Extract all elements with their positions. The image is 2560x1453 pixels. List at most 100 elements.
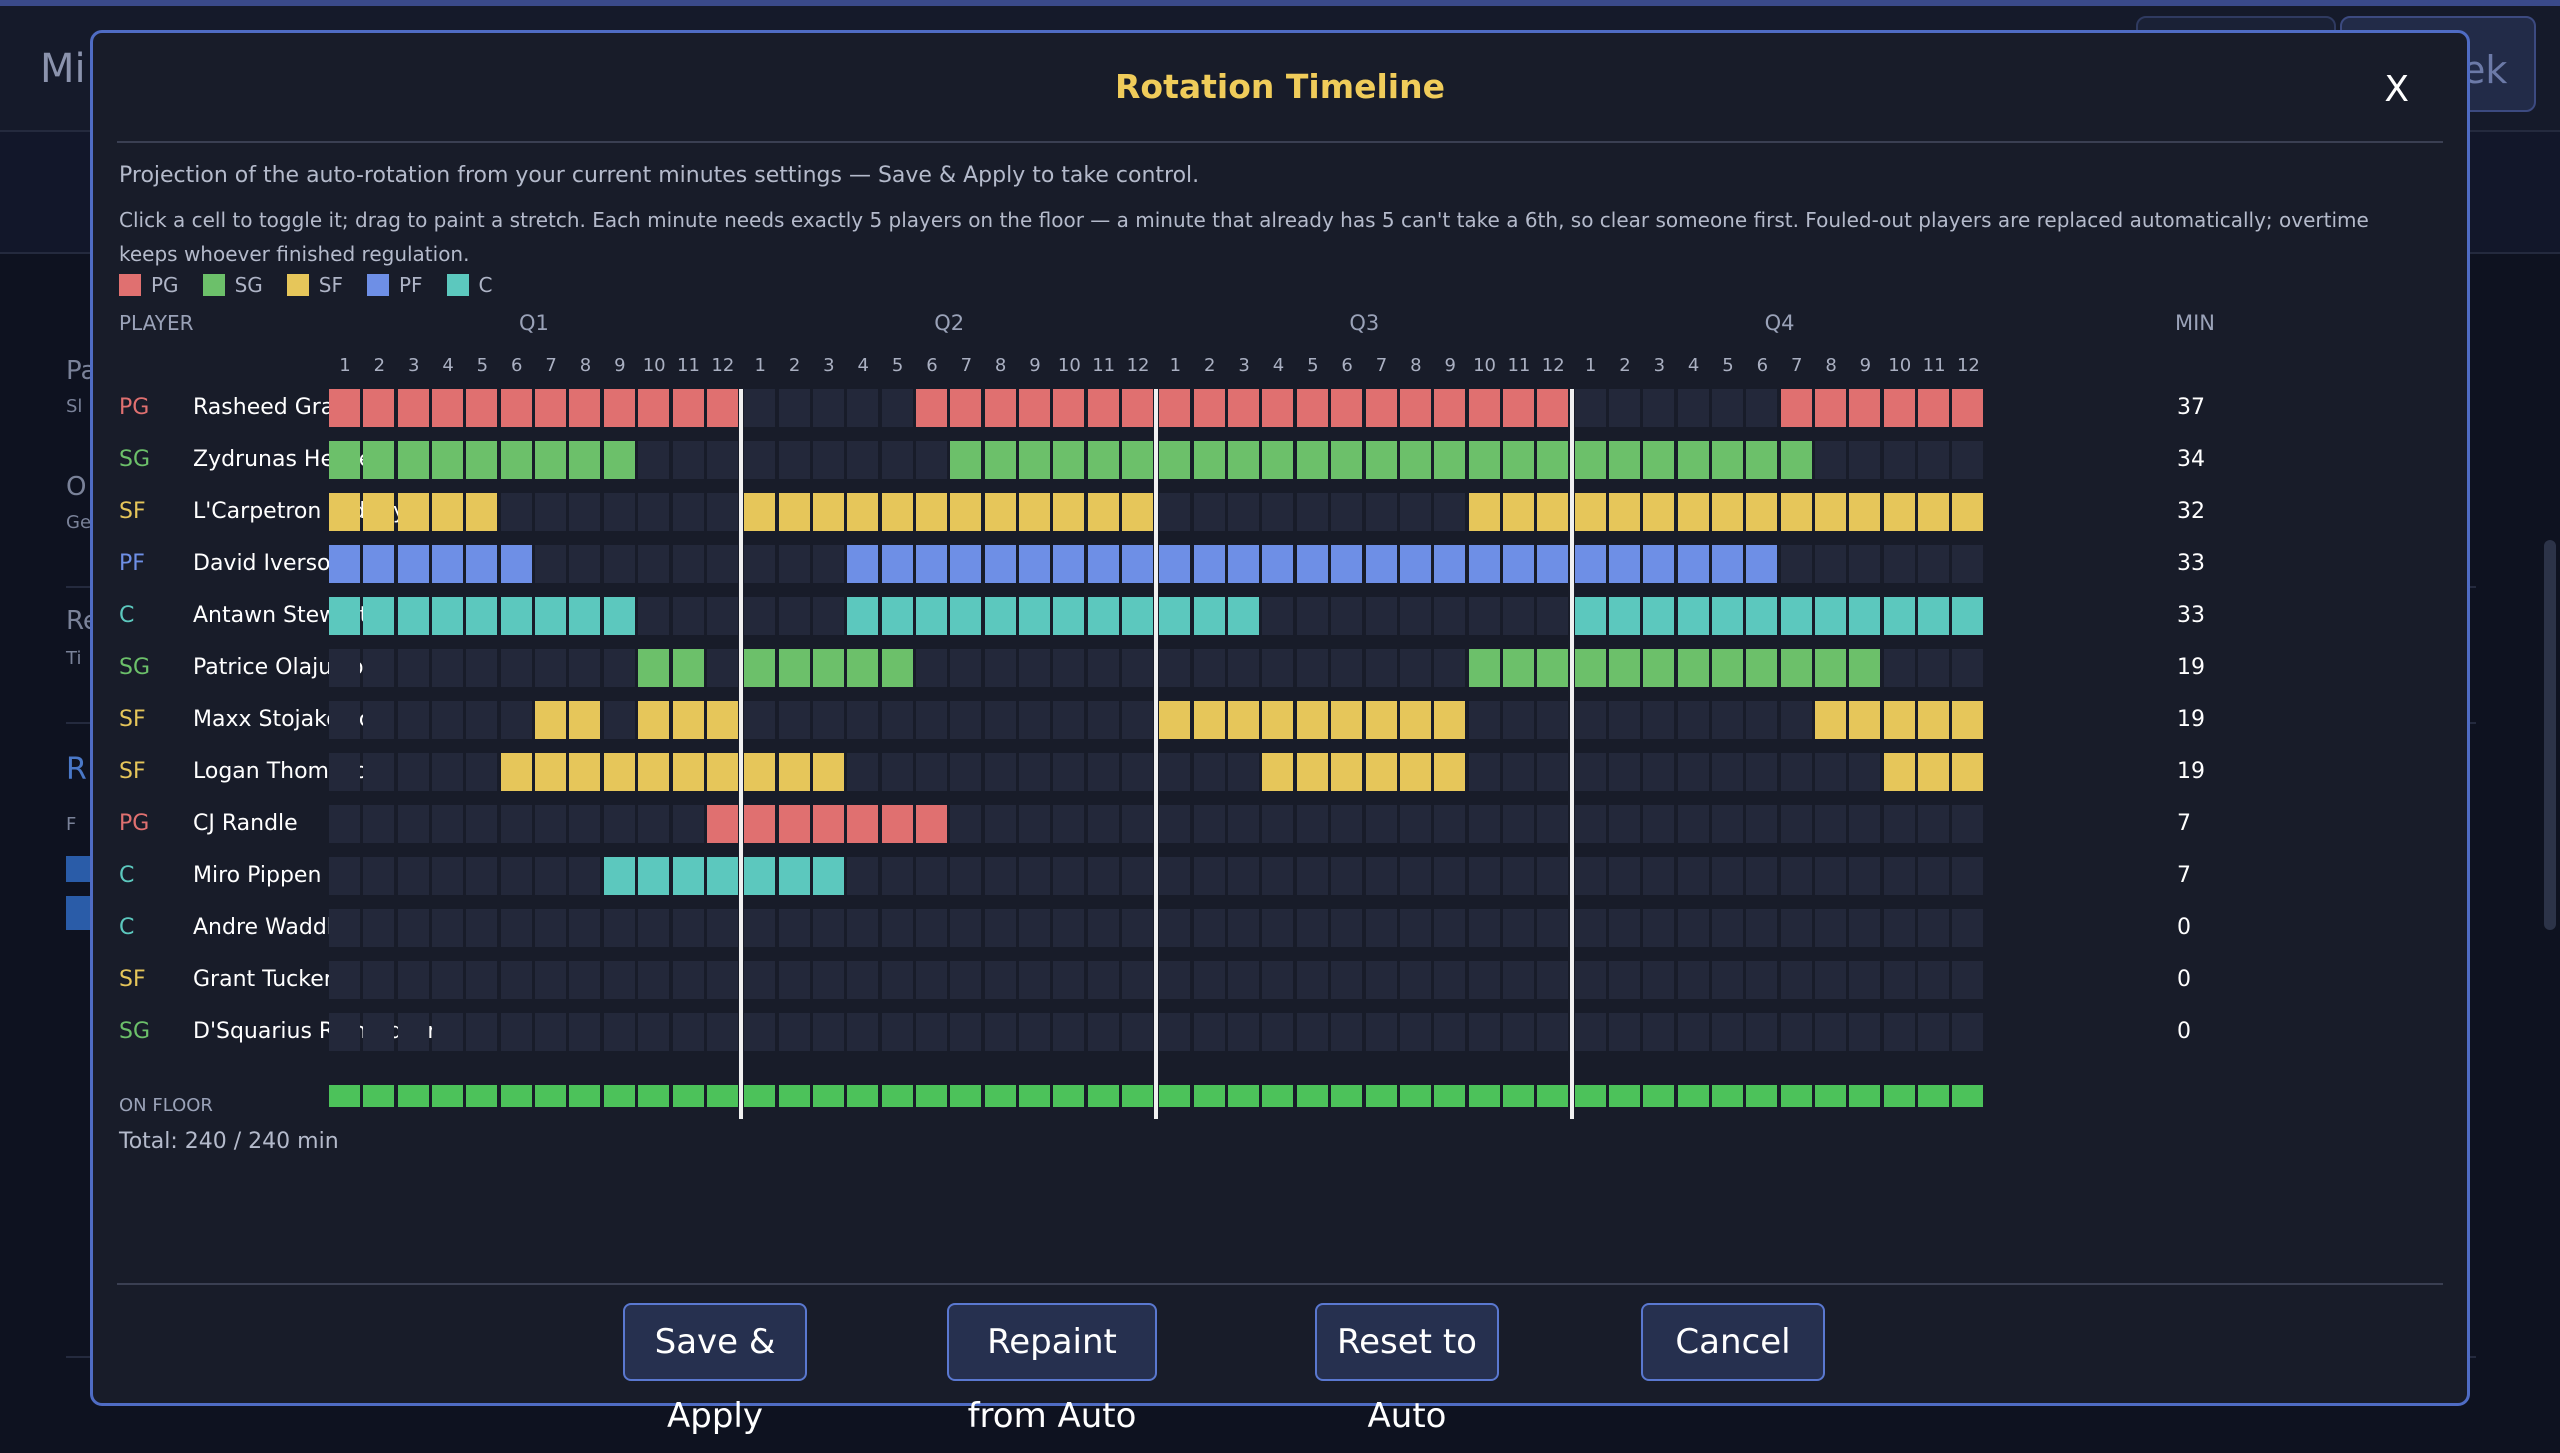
rotation-cell-off[interactable]	[812, 441, 844, 479]
rotation-cell-on[interactable]	[847, 597, 879, 635]
rotation-cell-on[interactable]	[1780, 441, 1812, 479]
rotation-cell-on[interactable]	[744, 805, 776, 843]
rotation-cell-on[interactable]	[1159, 441, 1191, 479]
rotation-cell-off[interactable]	[672, 961, 704, 999]
rotation-cell-off[interactable]	[1502, 701, 1534, 739]
rotation-cell-on[interactable]	[535, 753, 567, 791]
rotation-cell-off[interactable]	[1780, 857, 1812, 895]
rotation-cell-off[interactable]	[1365, 493, 1397, 531]
rotation-cell-off[interactable]	[778, 909, 810, 947]
rotation-cell-on[interactable]	[603, 857, 635, 895]
rotation-cell-off[interactable]	[672, 1013, 704, 1051]
rotation-cell-off[interactable]	[1399, 857, 1431, 895]
rotation-cell-off[interactable]	[1952, 545, 1984, 583]
rotation-cell-off[interactable]	[744, 545, 776, 583]
rotation-cell-off[interactable]	[847, 701, 879, 739]
rotation-cell-off[interactable]	[1918, 857, 1950, 895]
rotation-cell-off[interactable]	[1087, 1013, 1119, 1051]
rotation-cell-on[interactable]	[1952, 493, 1984, 531]
rotation-cell-off[interactable]	[1746, 701, 1778, 739]
rotation-cell-on[interactable]	[1399, 545, 1431, 583]
rotation-cell-on[interactable]	[984, 441, 1016, 479]
rotation-cell-on[interactable]	[950, 389, 982, 427]
rotation-cell-off[interactable]	[950, 961, 982, 999]
rotation-cell-off[interactable]	[984, 857, 1016, 895]
rotation-cell-on[interactable]	[847, 545, 879, 583]
rotation-cell-off[interactable]	[1677, 857, 1709, 895]
rotation-cell-off[interactable]	[1122, 805, 1154, 843]
rotation-cell-off[interactable]	[1780, 909, 1812, 947]
rotation-cell-off[interactable]	[1502, 805, 1534, 843]
rotation-cell-off[interactable]	[432, 649, 464, 687]
rotation-cell-off[interactable]	[1019, 649, 1050, 687]
rotation-cell-off[interactable]	[466, 753, 498, 791]
rotation-cell-off[interactable]	[432, 753, 464, 791]
rotation-cell-off[interactable]	[1883, 441, 1915, 479]
rotation-cell-off[interactable]	[603, 805, 635, 843]
rotation-cell-off[interactable]	[397, 701, 429, 739]
rotation-cell-off[interactable]	[1883, 961, 1915, 999]
rotation-cell-off[interactable]	[1918, 649, 1950, 687]
rotation-cell-on[interactable]	[1574, 441, 1606, 479]
rotation-cell-off[interactable]	[1262, 909, 1294, 947]
rotation-cell-off[interactable]	[1122, 961, 1154, 999]
rotation-cell-off[interactable]	[569, 857, 601, 895]
rotation-cell-off[interactable]	[466, 1013, 498, 1051]
rotation-cell-off[interactable]	[915, 701, 947, 739]
rotation-cell-on[interactable]	[778, 805, 810, 843]
rotation-cell-on[interactable]	[847, 649, 879, 687]
rotation-cell-off[interactable]	[1746, 805, 1778, 843]
rotation-cell-on[interactable]	[1159, 701, 1191, 739]
rotation-cell-off[interactable]	[881, 857, 913, 895]
rotation-cell-off[interactable]	[1122, 857, 1154, 895]
rotation-cell-off[interactable]	[397, 1013, 429, 1051]
rotation-cell-off[interactable]	[329, 805, 360, 843]
rotation-cell-off[interactable]	[1712, 1013, 1743, 1051]
rotation-cell-off[interactable]	[363, 857, 395, 895]
rotation-cell-off[interactable]	[1608, 753, 1640, 791]
rotation-cell-on[interactable]	[329, 545, 360, 583]
rotation-cell-off[interactable]	[1849, 857, 1881, 895]
rotation-cell-off[interactable]	[1087, 701, 1119, 739]
rotation-cell-on[interactable]	[397, 493, 429, 531]
rotation-cell-on[interactable]	[466, 545, 498, 583]
rotation-cell-off[interactable]	[984, 649, 1016, 687]
rotation-cell-on[interactable]	[1159, 545, 1191, 583]
rotation-cell-on[interactable]	[1952, 701, 1984, 739]
rotation-cell-off[interactable]	[363, 805, 395, 843]
rotation-cell-on[interactable]	[1399, 389, 1431, 427]
rotation-cell-off[interactable]	[363, 961, 395, 999]
rotation-cell-on[interactable]	[1608, 441, 1640, 479]
rotation-cell-on[interactable]	[500, 389, 532, 427]
rotation-cell-off[interactable]	[744, 1013, 776, 1051]
rotation-cell-on[interactable]	[466, 441, 498, 479]
rotation-cell-on[interactable]	[466, 597, 498, 635]
rotation-cell-on[interactable]	[535, 441, 567, 479]
rotation-cell-on[interactable]	[638, 753, 670, 791]
rotation-cell-off[interactable]	[535, 961, 567, 999]
rotation-cell-off[interactable]	[1849, 441, 1881, 479]
rotation-cell-on[interactable]	[1746, 441, 1778, 479]
background-scrollbar[interactable]	[2544, 540, 2556, 930]
rotation-cell-off[interactable]	[744, 961, 776, 999]
rotation-cell-off[interactable]	[706, 649, 738, 687]
rotation-cell-on[interactable]	[778, 649, 810, 687]
rotation-cell-off[interactable]	[535, 545, 567, 583]
rotation-cell-on[interactable]	[603, 753, 635, 791]
rotation-cell-off[interactable]	[1228, 857, 1260, 895]
rotation-cell-on[interactable]	[1815, 649, 1847, 687]
rotation-cell-off[interactable]	[1712, 805, 1743, 843]
rotation-cell-on[interactable]	[1780, 493, 1812, 531]
rotation-cell-on[interactable]	[1918, 597, 1950, 635]
rotation-cell-off[interactable]	[466, 805, 498, 843]
rotation-cell-on[interactable]	[329, 597, 360, 635]
rotation-cell-off[interactable]	[1952, 805, 1984, 843]
rotation-cell-off[interactable]	[1296, 649, 1328, 687]
rotation-cell-on[interactable]	[744, 857, 776, 895]
rotation-cell-on[interactable]	[1159, 389, 1191, 427]
rotation-cell-off[interactable]	[1019, 857, 1050, 895]
rotation-cell-off[interactable]	[1918, 1013, 1950, 1051]
rotation-cell-off[interactable]	[744, 441, 776, 479]
rotation-cell-off[interactable]	[812, 701, 844, 739]
rotation-cell-on[interactable]	[1193, 441, 1225, 479]
